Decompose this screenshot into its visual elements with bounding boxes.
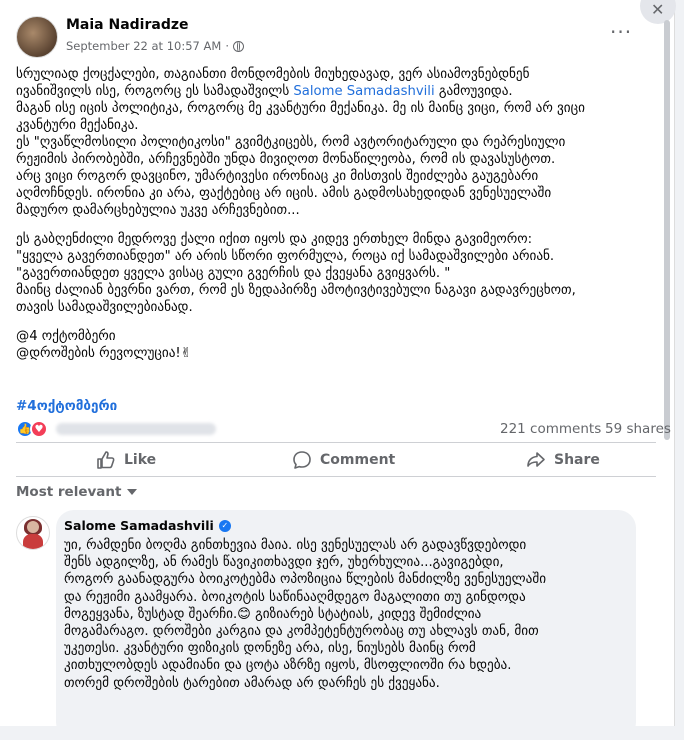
comment-label: Comment bbox=[320, 452, 396, 468]
comments-count[interactable]: 221 comments bbox=[500, 421, 601, 437]
comment-text: უი, რამდენი ბოღმა გინთხევია მაია. ისე ვე… bbox=[64, 538, 547, 691]
close-icon: ✕ bbox=[651, 0, 665, 19]
shares-count[interactable]: 59 shares bbox=[605, 421, 671, 437]
comment-sort-label: Most relevant bbox=[16, 484, 122, 500]
share-label: Share bbox=[554, 452, 600, 468]
post-text-segment: გამოუვიდა. bbox=[434, 84, 513, 99]
post-paragraph-3: @4 ოქტომბერი @დროშების რევოლუცია!✌ bbox=[16, 329, 192, 361]
share-arrow-icon bbox=[527, 452, 545, 467]
more-options-icon[interactable]: ··· bbox=[610, 20, 632, 44]
chevron-down-icon bbox=[127, 489, 138, 495]
post-meta: September 22 at 10:57 AM · bbox=[66, 39, 244, 53]
post-paragraph-2: ეს გაბღენძილი მედროვე ქალი იქით იყოს და … bbox=[16, 232, 576, 315]
divider bbox=[16, 442, 656, 443]
post-timestamp[interactable]: September 22 at 10:57 AM bbox=[66, 39, 221, 53]
meta-separator: · bbox=[225, 39, 229, 53]
commenter-avatar[interactable] bbox=[16, 516, 50, 550]
comment-author-name[interactable]: Salome Samadashvili bbox=[64, 518, 214, 533]
post-author-name[interactable]: Maia Nadiradze bbox=[66, 17, 189, 33]
comment-button[interactable]: Comment bbox=[292, 450, 395, 470]
divider bbox=[16, 476, 656, 477]
author-avatar[interactable] bbox=[16, 16, 58, 58]
love-reaction-icon: ♥ bbox=[30, 420, 48, 438]
share-button[interactable]: Share bbox=[526, 450, 600, 470]
globe-icon bbox=[232, 40, 244, 52]
reaction-names-blurred bbox=[56, 423, 216, 435]
post-card: Maia Nadiradze September 22 at 10:57 AM … bbox=[0, 0, 676, 740]
close-button[interactable]: ✕ bbox=[640, 0, 676, 24]
post-paragraph-1-rest: მაგან ისე იცის პოლიტიკა, როგორც მე კვანტ… bbox=[16, 101, 585, 218]
post-paragraph-1: სრულიად ქოცქალები, თაგიანთი მონდომების მ… bbox=[16, 66, 656, 100]
scrollbar[interactable] bbox=[664, 20, 670, 440]
comment-author[interactable]: Salome Samadashvili ✓ bbox=[64, 518, 231, 533]
reactions-summary[interactable]: 👍 ♥ bbox=[16, 420, 216, 438]
hashtag-link[interactable]: #4ოქტომბერი bbox=[16, 398, 117, 414]
post-body: სრულიად ქოცქალები, თაგიანთი მონდომების მ… bbox=[16, 66, 656, 362]
thumbs-up-icon bbox=[97, 451, 115, 469]
speech-bubble-icon bbox=[293, 451, 311, 469]
comment-sort-dropdown[interactable]: Most relevant bbox=[16, 484, 138, 500]
like-button[interactable]: Like bbox=[96, 450, 156, 470]
like-label: Like bbox=[124, 452, 157, 468]
mention-link[interactable]: Salome Samadashvili bbox=[293, 84, 434, 99]
verified-badge-icon: ✓ bbox=[218, 519, 231, 532]
